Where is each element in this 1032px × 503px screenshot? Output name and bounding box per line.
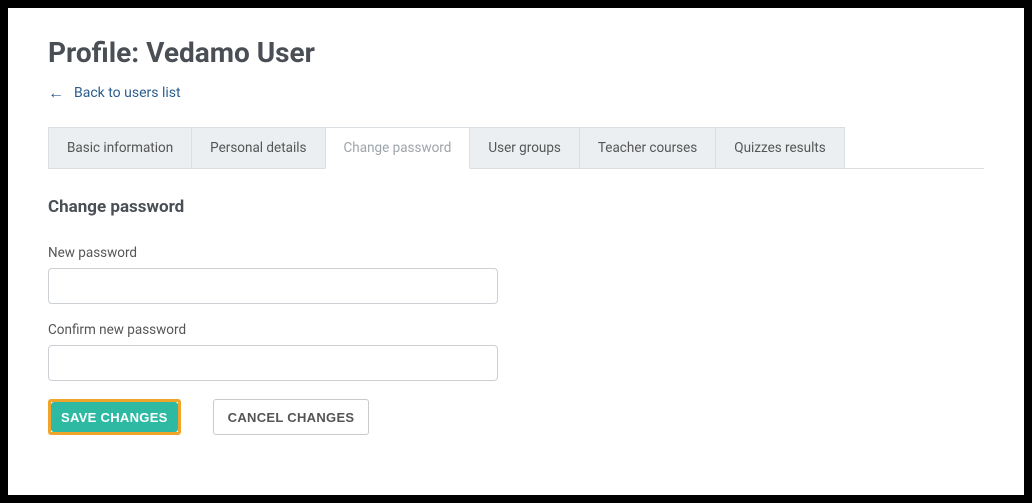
tab-change-password[interactable]: Change password	[325, 127, 471, 169]
confirm-password-group: Confirm new password	[48, 322, 984, 381]
new-password-group: New password	[48, 245, 984, 304]
tabs-bar: Basic information Personal details Chang…	[48, 127, 984, 169]
save-changes-button[interactable]: SAVE CHANGES	[51, 402, 178, 432]
section-heading: Change password	[48, 197, 984, 217]
confirm-password-input[interactable]	[48, 345, 498, 381]
tab-teacher-courses[interactable]: Teacher courses	[579, 127, 716, 168]
form-actions: SAVE CHANGES CANCEL CHANGES	[48, 399, 984, 435]
tab-user-groups[interactable]: User groups	[469, 127, 580, 168]
back-to-users-link[interactable]: ← Back to users list	[48, 85, 181, 101]
change-password-section: Change password New password Confirm new…	[48, 169, 984, 435]
arrow-left-icon: ←	[48, 85, 64, 101]
page-frame: Profile: Vedamo User ← Back to users lis…	[0, 0, 1032, 503]
page-content: Profile: Vedamo User ← Back to users lis…	[8, 8, 1024, 435]
cancel-changes-button[interactable]: CANCEL CHANGES	[213, 399, 370, 435]
tab-personal-details[interactable]: Personal details	[191, 127, 325, 168]
save-button-highlight: SAVE CHANGES	[48, 399, 181, 435]
tab-basic-information[interactable]: Basic information	[48, 127, 192, 168]
new-password-input[interactable]	[48, 268, 498, 304]
new-password-label: New password	[48, 245, 984, 261]
tab-quizzes-results[interactable]: Quizzes results	[715, 127, 844, 168]
confirm-password-label: Confirm new password	[48, 322, 984, 338]
page-title: Profile: Vedamo User	[48, 36, 984, 69]
back-link-label: Back to users list	[74, 85, 181, 101]
